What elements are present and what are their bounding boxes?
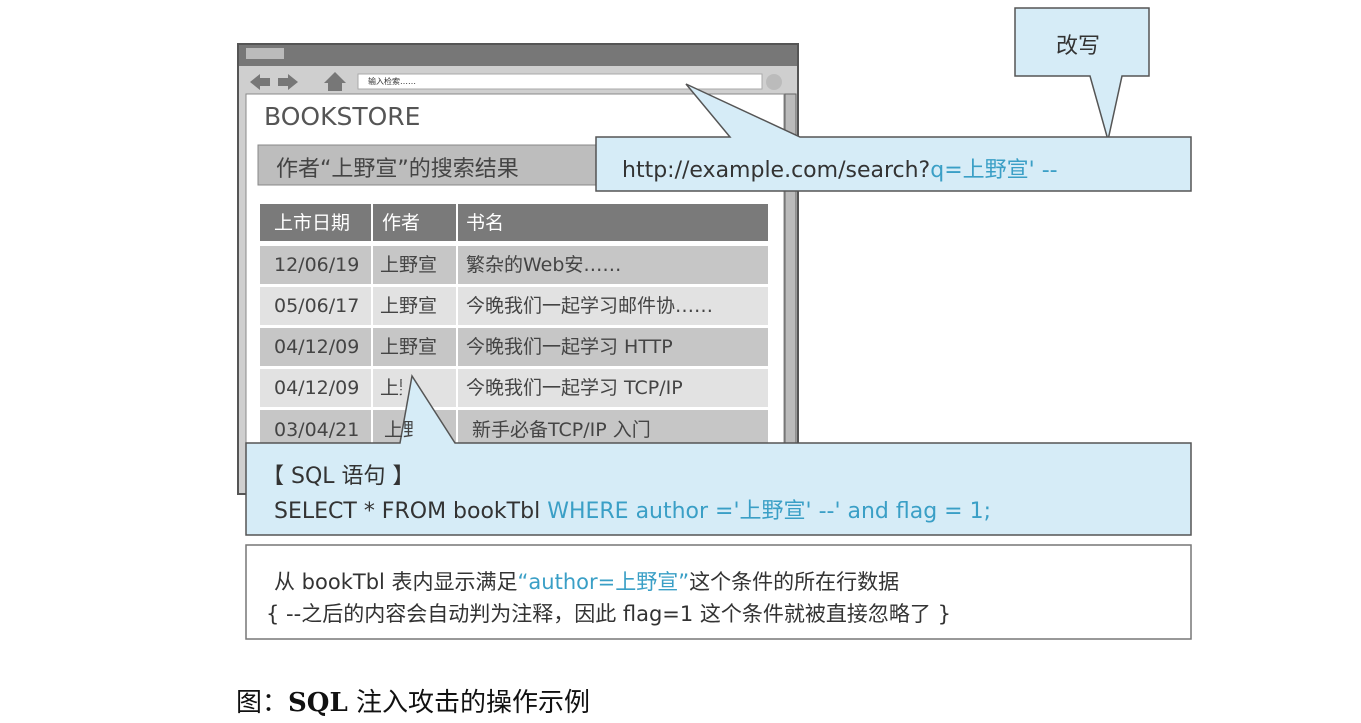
result-heading: 作者“上野宣”的搜索结果 (276, 157, 519, 182)
header-title: 书名 (466, 212, 505, 234)
sql-select: SELECT * FROM bookTbl (274, 499, 548, 524)
caption-prefix: 图： (236, 688, 289, 718)
header-date: 上市日期 (274, 212, 351, 234)
caption-text: 注入攻击的操作示例 (347, 688, 590, 718)
cell-title[interactable]: 繁杂的Web安…… (466, 246, 621, 284)
cell-date: 05/06/17 (274, 295, 360, 317)
cell-title[interactable]: 今晚我们一起学习 HTTP (466, 328, 673, 366)
cell-title[interactable]: 今晚我们一起学习 TCP/IP (466, 369, 683, 407)
cell-date: 04/12/09 (274, 336, 360, 358)
explanation-condition: “author=上野宣” (517, 570, 690, 594)
url-base: http://example.com/search? (622, 158, 931, 183)
cell-author: 上野宣 (380, 336, 438, 358)
cell-author: 上野宣 (380, 254, 438, 276)
cell-date: 03/04/21 (274, 419, 360, 441)
window-tab (246, 48, 284, 59)
header-author: 作者 (382, 212, 421, 234)
explanation-text: 从 bookTbl 表内显示满足 (274, 570, 518, 594)
url-text: http://example.com/search?q=上野宣' -- (622, 152, 1058, 184)
explanation-line-2: { --之后的内容会自动判为注释，因此 flag=1 这个条件就被直接忽略了 } (266, 602, 951, 626)
site-title: BOOKSTORE (264, 102, 421, 131)
cell-title[interactable]: 今晚我们一起学习邮件协…… (466, 287, 713, 325)
url-injected-query: q=上野宣' -- (930, 158, 1058, 183)
reload-icon[interactable] (766, 74, 782, 90)
cell-date: 12/06/19 (274, 254, 360, 276)
sql-where-clause: WHERE author ='上野宣' --' and flag = 1; (547, 499, 992, 524)
figure-caption: 图：SQL 注入攻击的操作示例 (236, 682, 590, 719)
explanation-line-1: 从 bookTbl 表内显示满足“author=上野宣”这个条件的所在行数据 (274, 566, 899, 596)
cell-title[interactable]: 新手必备TCP/IP 入门 (472, 411, 651, 449)
caption-sql: SQL (288, 688, 348, 718)
cell-author: 上野宣 (380, 295, 438, 317)
title-bar (239, 45, 797, 66)
rewrite-label: 改写 (1056, 34, 1101, 59)
cell-date: 04/12/09 (274, 377, 360, 399)
explanation-text: 这个条件的所在行数据 (689, 570, 900, 594)
sql-statement: SELECT * FROM bookTbl WHERE author ='上野宣… (274, 493, 991, 525)
address-input[interactable]: 输入检索…… (368, 76, 416, 87)
address-bar[interactable] (357, 73, 763, 90)
sql-title: 【 SQL 语句 】 (262, 464, 415, 489)
